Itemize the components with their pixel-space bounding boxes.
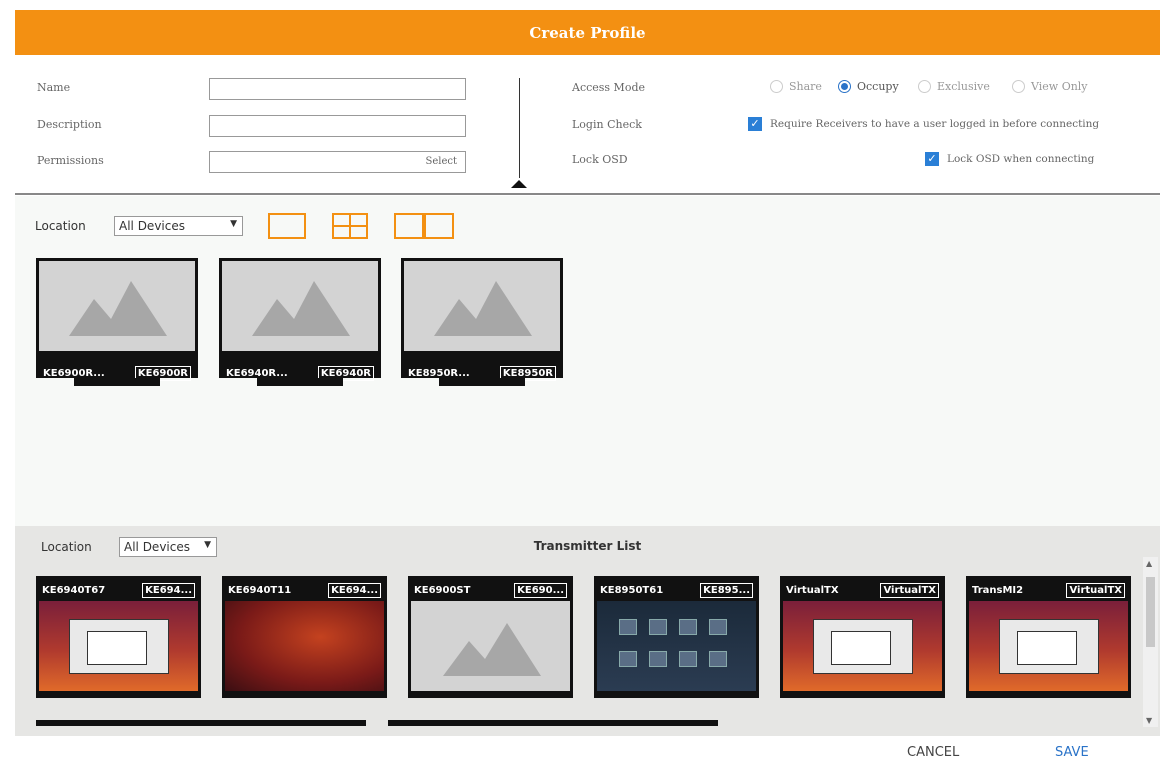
monitor-stand [439, 378, 525, 386]
transmitter-card[interactable]: KE6940T67 KE694... [36, 576, 201, 698]
desktop-preview [39, 601, 198, 691]
receiver-location-label: Location [35, 219, 86, 233]
section-divider [15, 193, 1160, 195]
name-field[interactable] [209, 78, 466, 100]
transmitter-row-partial [388, 720, 718, 726]
receiver-location-dropdown[interactable]: All Devices ▼ [114, 216, 243, 236]
mountain-placeholder-icon [404, 261, 560, 351]
chevron-down-icon: ▼ [230, 219, 237, 229]
desktop-preview [783, 601, 942, 691]
transmitter-card[interactable]: KE6940T11 KE694... [222, 576, 387, 698]
login-check-checkbox[interactable]: ✓ Require Receivers to have a user logge… [748, 117, 1099, 131]
transmitter-card[interactable]: VirtualTX VirtualTX [780, 576, 945, 698]
collapse-caret-icon[interactable] [511, 180, 527, 188]
checkmark-icon: ✓ [748, 117, 762, 131]
radio-circle-icon [1012, 80, 1025, 93]
checkmark-icon: ✓ [925, 152, 939, 166]
transmitter-scrollbar[interactable]: ▲ ▼ [1143, 557, 1158, 727]
mountain-placeholder-icon [222, 261, 378, 351]
desktop-preview [969, 601, 1128, 691]
permissions-select-button[interactable]: Select [425, 156, 457, 167]
scroll-down-icon[interactable]: ▼ [1146, 716, 1152, 725]
permissions-field[interactable]: Select [209, 151, 466, 173]
radio-share[interactable]: Share [770, 80, 822, 93]
save-button[interactable]: SAVE [1055, 745, 1089, 760]
app-tiles-preview [597, 601, 756, 691]
single-screen-icon[interactable] [268, 213, 306, 239]
lock-osd-checkbox[interactable]: ✓ Lock OSD when connecting [925, 152, 1094, 166]
transmitter-card[interactable]: TransMI2 VirtualTX [966, 576, 1131, 698]
description-label: Description [37, 118, 102, 131]
lock-osd-label: Lock OSD [572, 153, 628, 166]
scroll-up-icon[interactable]: ▲ [1146, 559, 1152, 568]
radio-circle-icon [838, 80, 851, 93]
description-field[interactable] [209, 115, 466, 137]
chevron-down-icon: ▼ [204, 540, 211, 550]
mountain-placeholder-icon [39, 261, 195, 351]
monitor-stand [257, 378, 343, 386]
access-mode-label: Access Mode [572, 81, 645, 94]
dialog-title-bar: Create Profile [15, 10, 1160, 55]
radio-circle-icon [770, 80, 783, 93]
mountain-placeholder-icon [411, 601, 570, 691]
transmitter-location-dropdown[interactable]: All Devices ▼ [119, 537, 217, 557]
desktop-preview [225, 601, 384, 691]
quad-screen-icon[interactable] [332, 213, 368, 239]
name-label: Name [37, 81, 71, 94]
form-divider [519, 78, 520, 178]
radio-circle-icon [918, 80, 931, 93]
receiver-monitor[interactable]: KE8950R... KE8950R [401, 258, 563, 388]
transmitter-row-partial [36, 720, 366, 726]
dialog-title: Create Profile [529, 23, 646, 42]
radio-occupy[interactable]: Occupy [838, 80, 899, 93]
transmitter-location-label: Location [41, 540, 92, 554]
cancel-button[interactable]: CANCEL [907, 745, 959, 760]
radio-exclusive[interactable]: Exclusive [918, 80, 990, 93]
receiver-monitor[interactable]: KE6940R... KE6940R [219, 258, 381, 388]
monitor-stand [74, 378, 160, 386]
transmitter-card[interactable]: KE8950T61 KE895... [594, 576, 759, 698]
radio-view-only[interactable]: View Only [1012, 80, 1088, 93]
login-check-label: Login Check [572, 118, 642, 131]
receiver-monitor[interactable]: KE6900R... KE6900R [36, 258, 198, 388]
transmitter-card[interactable]: KE6900ST KE690... [408, 576, 573, 698]
scrollbar-thumb[interactable] [1146, 577, 1155, 647]
permissions-label: Permissions [37, 154, 104, 167]
